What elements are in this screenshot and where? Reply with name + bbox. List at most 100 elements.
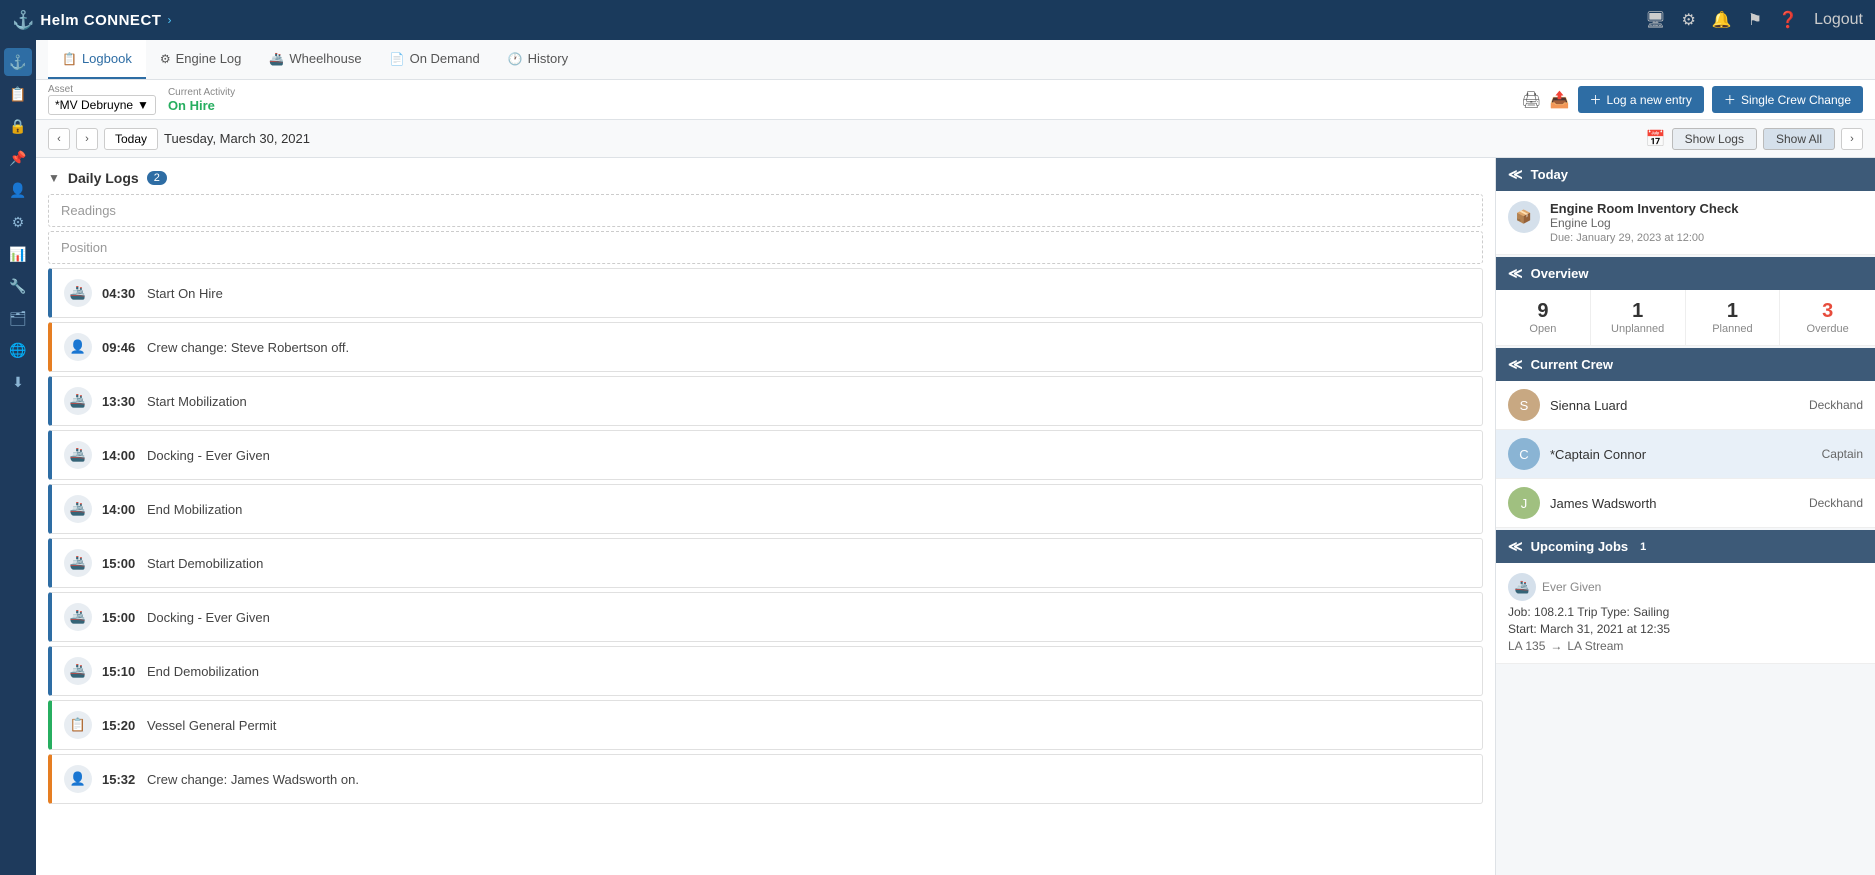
- logo-area: ⚓ Helm CONNECT ›: [12, 10, 171, 31]
- crew-member-3[interactable]: J James Wadsworth Deckhand: [1496, 479, 1875, 528]
- tab-engine-log[interactable]: ⚙ Engine Log: [146, 40, 256, 79]
- calendar-icon[interactable]: 📅: [1646, 129, 1666, 149]
- engine-log-tab-icon: ⚙: [160, 52, 171, 66]
- sidebar-item-reports[interactable]: 📊: [4, 240, 32, 268]
- help-icon[interactable]: ❓: [1778, 10, 1798, 30]
- log-entry[interactable]: 🚢 13:30 Start Mobilization: [48, 376, 1483, 426]
- content-area: ▼ Daily Logs 2 Readings Position 🚢 04:30…: [36, 158, 1875, 875]
- upcoming-collapse-icon[interactable]: ≪: [1508, 538, 1523, 555]
- sidebar-item-pin[interactable]: 📌: [4, 144, 32, 172]
- crew-member-2[interactable]: C *Captain Connor Captain: [1496, 430, 1875, 479]
- tab-logbook[interactable]: 📋 Logbook: [48, 40, 146, 79]
- show-all-button[interactable]: Show All: [1763, 128, 1835, 150]
- show-logs-button[interactable]: Show Logs: [1672, 128, 1757, 150]
- overdue-label: Overdue: [1790, 323, 1865, 335]
- log-time: 15:00: [102, 556, 147, 571]
- today-item[interactable]: 📦 Engine Room Inventory Check Engine Log…: [1496, 191, 1875, 255]
- crew-name-2: *Captain Connor: [1550, 447, 1812, 462]
- log-entry[interactable]: 👤 15:32 Crew change: James Wadsworth on.: [48, 754, 1483, 804]
- today-item-subtitle: Engine Log: [1550, 216, 1739, 230]
- unplanned-count: 1: [1601, 300, 1675, 323]
- log-desc: Start Demobilization: [147, 556, 263, 571]
- gear-icon[interactable]: ⚙: [1682, 10, 1696, 30]
- upcoming-job-item[interactable]: 🚢 Ever Given Job: 108.2.1 Trip Type: Sai…: [1496, 563, 1875, 664]
- sidebar-item-globe[interactable]: 🌐: [4, 336, 32, 364]
- route-row: LA 135 → LA Stream: [1508, 639, 1863, 653]
- position-input[interactable]: Position: [48, 231, 1483, 264]
- overview-collapse-icon[interactable]: ≪: [1508, 265, 1523, 282]
- log-entry[interactable]: 🚢 15:10 End Demobilization: [48, 646, 1483, 696]
- plus-icon: ＋: [1590, 91, 1602, 108]
- overview-grid: 9 Open 1 Unplanned 1 Planned 3 Overdue: [1496, 290, 1875, 346]
- crew-collapse-icon[interactable]: ≪: [1508, 356, 1523, 373]
- on-demand-tab-icon: 📄: [390, 52, 405, 66]
- log-desc: End Demobilization: [147, 664, 259, 679]
- next-small-arrow-button[interactable]: ›: [76, 128, 98, 150]
- print-icon[interactable]: 🖨: [1521, 90, 1541, 110]
- crew-avatar-3: J: [1508, 487, 1540, 519]
- log-new-entry-button[interactable]: ＋ Log a new entry: [1578, 86, 1704, 113]
- flag-icon[interactable]: ⚑: [1748, 10, 1762, 30]
- sidebar-item-settings[interactable]: ⚙: [4, 208, 32, 236]
- single-crew-change-button[interactable]: ＋ Single Crew Change: [1712, 86, 1863, 113]
- log-entry[interactable]: 🚢 14:00 End Mobilization: [48, 484, 1483, 534]
- sidebar-item-lock[interactable]: 🔒: [4, 112, 32, 140]
- crew-avatar-1: S: [1508, 389, 1540, 421]
- log-entry[interactable]: 🚢 15:00 Start Demobilization: [48, 538, 1483, 588]
- today-collapse-icon[interactable]: ≪: [1508, 166, 1523, 183]
- overdue-count: 3: [1790, 300, 1865, 323]
- sidebar-item-download[interactable]: ⬇: [4, 368, 32, 396]
- overview-section-header: ≪ Overview: [1496, 257, 1875, 290]
- log-desc: Vessel General Permit: [147, 718, 276, 733]
- sidebar-item-user[interactable]: 👤: [4, 176, 32, 204]
- asset-dropdown[interactable]: *MV Debruyne ▼: [48, 95, 156, 115]
- bell-icon[interactable]: 🔔: [1712, 10, 1732, 30]
- log-entry-icon: 👤: [64, 333, 92, 361]
- activity-section: Current Activity On Hire: [168, 87, 235, 113]
- log-entry-icon: 🚢: [64, 441, 92, 469]
- tab-on-demand[interactable]: 📄 On Demand: [376, 40, 494, 79]
- log-entry[interactable]: 🚢 14:00 Docking - Ever Given: [48, 430, 1483, 480]
- top-navigation: ⚓ Helm CONNECT › 🖥 ⚙ 🔔 ⚑ ❓ Logout: [0, 0, 1875, 40]
- current-crew-section: ≪ Current Crew S Sienna Luard Deckhand C…: [1496, 348, 1875, 528]
- sidebar-item-tasks[interactable]: 📋: [4, 80, 32, 108]
- plus-icon-crew: ＋: [1724, 91, 1736, 108]
- overview-section: ≪ Overview 9 Open 1 Unplanned 1 Planned: [1496, 257, 1875, 346]
- toolbar: Asset *MV Debruyne ▼ Current Activity On…: [36, 80, 1875, 120]
- today-item-details: Engine Room Inventory Check Engine Log D…: [1550, 201, 1739, 244]
- log-entry[interactable]: 👤 09:46 Crew change: Steve Robertson off…: [48, 322, 1483, 372]
- today-button[interactable]: Today: [104, 128, 158, 150]
- log-entry[interactable]: 🚢 15:00 Docking - Ever Given: [48, 592, 1483, 642]
- log-entry-btn-label: Log a new entry: [1607, 93, 1692, 107]
- log-entry-icon: 🚢: [64, 279, 92, 307]
- export-icon[interactable]: 📤: [1550, 90, 1570, 110]
- status-badge: On Hire: [168, 98, 235, 113]
- tab-wheelhouse[interactable]: 🚢 Wheelhouse: [255, 40, 375, 79]
- sidebar-item-anchor[interactable]: ⚓: [4, 48, 32, 76]
- tab-history[interactable]: 🕐 History: [494, 40, 582, 79]
- collapse-icon[interactable]: ▼: [48, 171, 60, 185]
- log-entry[interactable]: 📋 15:20 Vessel General Permit: [48, 700, 1483, 750]
- sidebar-item-maintenance[interactable]: 🔧: [4, 272, 32, 300]
- tab-bar: 📋 Logbook ⚙ Engine Log 🚢 Wheelhouse 📄 On…: [36, 40, 1875, 80]
- log-list: ▼ Daily Logs 2 Readings Position 🚢 04:30…: [36, 158, 1495, 875]
- forward-arrow-button[interactable]: ›: [1841, 128, 1863, 150]
- crew-member-1[interactable]: S Sienna Luard Deckhand: [1496, 381, 1875, 430]
- prev-arrow-button[interactable]: ‹: [48, 128, 70, 150]
- logout-button[interactable]: Logout: [1814, 11, 1863, 29]
- log-entry[interactable]: 🚢 04:30 Start On Hire: [48, 268, 1483, 318]
- logbook-tab-icon: 📋: [62, 52, 77, 66]
- asset-value: *MV Debruyne: [55, 98, 133, 112]
- start-label: Start:: [1508, 622, 1540, 636]
- crew-role-1: Deckhand: [1809, 398, 1863, 412]
- log-time: 04:30: [102, 286, 147, 301]
- unplanned-label: Unplanned: [1601, 323, 1675, 335]
- logo-arrow: ›: [167, 13, 171, 27]
- monitor-icon[interactable]: 🖥: [1645, 10, 1665, 30]
- upcoming-count: 1: [1640, 541, 1646, 553]
- readings-input[interactable]: Readings: [48, 194, 1483, 227]
- toolbar-right: 🖨 📤 ＋ Log a new entry ＋ Single Crew Chan…: [1521, 86, 1863, 113]
- trip-type-label: Trip Type:: [1577, 605, 1633, 619]
- sidebar-item-files[interactable]: 🗂: [4, 304, 32, 332]
- overview-open: 9 Open: [1496, 290, 1591, 345]
